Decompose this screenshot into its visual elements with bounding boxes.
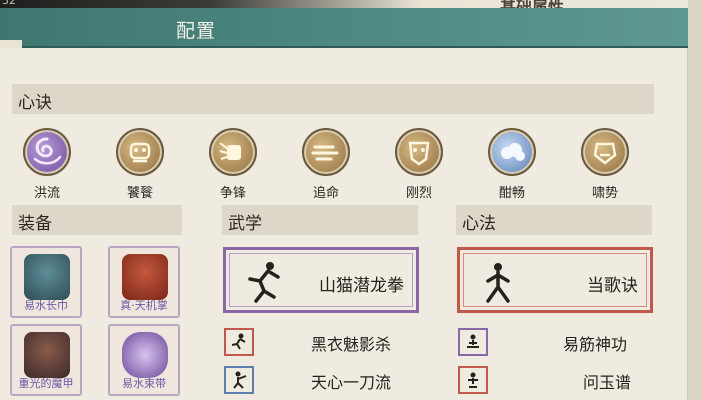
wuxue-slot-1[interactable]	[224, 328, 254, 356]
section-xinjue-label: 心诀	[18, 93, 52, 113]
beast-icon	[116, 128, 164, 176]
scroll-figure-icon	[468, 372, 478, 388]
xinjue-name: 洪流	[33, 186, 60, 201]
wuxue-main-card[interactable]: 山猫潜龙拳	[223, 247, 419, 313]
section-equipment: 装备	[12, 205, 182, 235]
equipment-slot[interactable]: 真·天机掌	[108, 246, 180, 318]
section-wuxue-label: 武学	[228, 214, 262, 234]
xinjue-name: 争锋	[219, 186, 246, 201]
xinjue-item[interactable]: 啸势	[575, 128, 635, 201]
config-panel: 配置 心诀 洪流 饕餮 争锋 追命 刚烈 酣畅 啸势 装备 易水长巾 真·天机掌…	[0, 8, 688, 400]
xinjue-item[interactable]: 追命	[296, 128, 356, 201]
xinfa-slot-2-name: 问玉谱	[583, 373, 632, 392]
xinjue-item[interactable]: 刚烈	[389, 128, 449, 201]
equipment-name: 真·天机掌	[120, 299, 168, 312]
xinfa-slot-2[interactable]	[458, 366, 488, 394]
gauntlet-icon	[122, 254, 168, 300]
stance-fighter-icon	[478, 258, 518, 306]
background-corner-number: 32	[2, 0, 16, 7]
mask-icon	[395, 128, 443, 176]
fist-icon	[209, 128, 257, 176]
panel-header: 配置	[0, 8, 688, 48]
equipment-name: 易水长巾	[24, 299, 68, 312]
roar-icon	[581, 128, 629, 176]
wuxue-slot-2[interactable]	[224, 366, 254, 394]
equipment-slot[interactable]: 易水束带	[108, 324, 180, 396]
sword-fighter-icon	[233, 371, 247, 389]
section-xinfa: 心法	[456, 205, 652, 235]
section-equipment-label: 装备	[18, 214, 52, 234]
xinjue-name: 追命	[312, 186, 339, 201]
scarf-icon	[24, 254, 70, 300]
equipment-name: 易水束带	[122, 377, 166, 390]
shadow-fighter-icon	[231, 333, 246, 350]
meditation-icon	[467, 334, 479, 348]
xinjue-name: 酣畅	[498, 186, 525, 201]
xinjue-name: 刚烈	[405, 186, 432, 201]
xinjue-item[interactable]: 酣畅	[482, 128, 542, 201]
equipment-slot[interactable]: 易水长巾	[10, 246, 82, 318]
equipment-slot[interactable]: 重光的魔甲	[10, 324, 82, 396]
wuxue-main-name: 山猫潜龙拳	[319, 276, 404, 296]
xinjue-item[interactable]: 洪流	[17, 128, 77, 201]
wuxue-slot-1-name: 黑衣魅影杀	[311, 335, 392, 354]
xinjue-name: 饕餮	[126, 186, 153, 201]
xinfa-slot-1[interactable]	[458, 328, 488, 356]
xinjue-name: 啸势	[591, 186, 618, 201]
xinfa-slot-1-name: 易筋神功	[563, 335, 628, 354]
section-xinjue: 心诀	[12, 84, 654, 114]
panel-title: 配置	[176, 20, 217, 42]
section-xinfa-label: 心法	[462, 214, 496, 234]
xinjue-item[interactable]: 饕餮	[110, 128, 170, 201]
xinfa-main-card[interactable]: 当歌诀	[457, 247, 653, 313]
xinjue-item[interactable]: 争锋	[203, 128, 263, 201]
swirl-icon	[23, 128, 71, 176]
header-tab-notch	[0, 40, 22, 48]
cloud-icon	[488, 128, 536, 176]
equipment-name: 重光的魔甲	[18, 377, 74, 390]
wuxue-slot-2-name: 天心一刀流	[311, 373, 392, 392]
background-scene-right	[688, 0, 702, 400]
section-wuxue: 武学	[222, 205, 418, 235]
xinfa-main-name: 当歌诀	[587, 276, 638, 296]
leaping-fighter-icon	[244, 258, 284, 306]
belt-icon	[122, 332, 168, 378]
armor-icon	[24, 332, 70, 378]
dash-icon	[302, 128, 350, 176]
